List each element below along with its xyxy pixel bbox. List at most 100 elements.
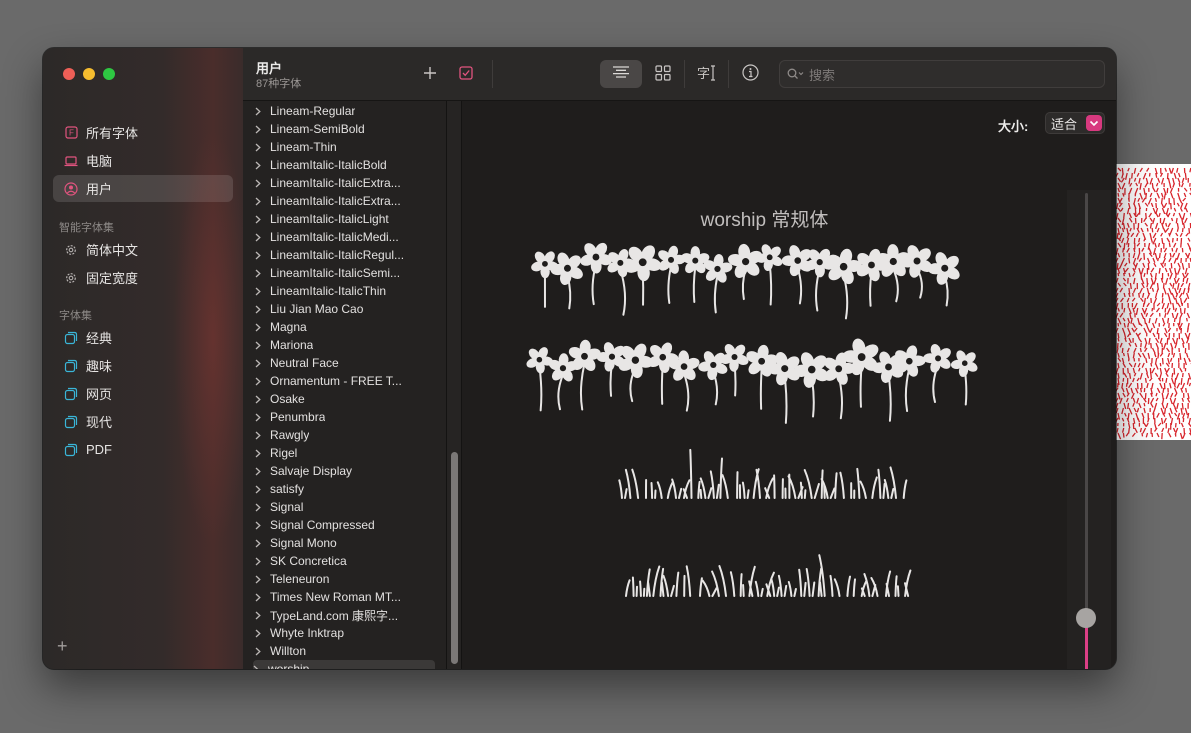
chevron-right-icon[interactable] [255, 539, 263, 548]
sidebar-item-web[interactable]: 网页 [53, 380, 233, 407]
font-list-item[interactable]: Lineam-Thin [255, 138, 433, 156]
size-select[interactable]: 适合 [1045, 112, 1105, 134]
chevron-right-icon[interactable] [255, 593, 263, 602]
sidebar-item-computer[interactable]: 电脑 [53, 147, 233, 174]
font-list-item[interactable]: LineamItalic-ItalicMedi... [255, 228, 433, 246]
font-list-item[interactable]: Signal [255, 498, 433, 516]
search-field[interactable]: 搜索 [779, 60, 1105, 88]
chevron-right-icon[interactable] [255, 287, 263, 296]
close-button[interactable] [63, 68, 75, 80]
font-list-item[interactable]: Lineam-Regular [255, 102, 433, 120]
font-list-item[interactable]: Signal Compressed [255, 516, 433, 534]
font-list-item[interactable]: LineamItalic-ItalicBold [255, 156, 433, 174]
svg-text:字: 字 [697, 67, 710, 82]
chevron-right-icon[interactable] [253, 665, 261, 669]
chevron-right-icon[interactable] [255, 125, 263, 134]
size-slider-column [1067, 190, 1111, 669]
info-button[interactable] [737, 62, 763, 88]
sidebar-item-all-fonts[interactable]: F 所有字体 [53, 119, 233, 146]
chevron-right-icon[interactable] [255, 431, 263, 440]
sidebar-item-classic[interactable]: 经典 [53, 324, 233, 351]
font-list-item[interactable]: Liu Jian Mao Cao [255, 300, 433, 318]
font-name: Lineam-Thin [270, 140, 337, 154]
chevron-right-icon[interactable] [255, 305, 263, 314]
sidebar-item-label: 用户 [86, 182, 113, 197]
sidebar-item-fun[interactable]: 趣味 [53, 352, 233, 379]
sidebar-item-user[interactable]: 用户 [53, 175, 233, 202]
font-list-item[interactable]: LineamItalic-ItalicExtra... [255, 174, 433, 192]
chevron-right-icon[interactable] [255, 251, 263, 260]
font-list-item[interactable]: Osake [255, 390, 433, 408]
font-list-item[interactable]: SK Concretica [255, 552, 433, 570]
font-list-item[interactable]: LineamItalic-ItalicExtra... [255, 192, 433, 210]
chevron-right-icon[interactable] [255, 485, 263, 494]
font-list-item[interactable]: Penumbra [255, 408, 433, 426]
font-list-item[interactable]: Times New Roman MT... [255, 588, 433, 606]
chevron-right-icon[interactable] [255, 161, 263, 170]
add-font-button[interactable] [419, 62, 441, 88]
chevron-right-icon[interactable] [255, 503, 263, 512]
search-placeholder: 搜索 [809, 67, 836, 83]
font-list-item[interactable]: LineamItalic-ItalicRegul... [255, 246, 433, 264]
font-list-item[interactable]: Whyte Inktrap [255, 624, 433, 642]
sidebar-item-simplified-chinese[interactable]: 简体中文 [53, 236, 233, 263]
chevron-right-icon[interactable] [255, 611, 263, 620]
chevron-right-icon[interactable] [255, 359, 263, 368]
chevron-right-icon[interactable] [255, 215, 263, 224]
font-list-item[interactable]: Signal Mono [255, 534, 433, 552]
collections-heading: 字体集 [59, 310, 92, 322]
font-list-item[interactable]: Rigel [255, 444, 433, 462]
chevron-right-icon[interactable] [255, 557, 263, 566]
font-list-item[interactable]: worship [253, 660, 435, 669]
chevron-right-icon[interactable] [255, 449, 263, 458]
sidebar-item-fixed-width[interactable]: 固定宽度 [53, 264, 233, 291]
chevron-right-icon[interactable] [255, 377, 263, 386]
chevron-right-icon[interactable] [255, 179, 263, 188]
grid-view-button[interactable] [650, 62, 676, 88]
chevron-right-icon[interactable] [255, 323, 263, 332]
font-list-item[interactable]: Rawgly [255, 426, 433, 444]
chevron-right-icon[interactable] [255, 233, 263, 242]
custom-text-button[interactable]: 字 [693, 62, 721, 88]
font-list-item[interactable]: satisfy [255, 480, 433, 498]
sample-view-button[interactable] [600, 60, 642, 88]
font-list-item[interactable]: LineamItalic-ItalicSemi... [255, 264, 433, 282]
font-list-item[interactable]: Teleneuron [255, 570, 433, 588]
size-slider-knob[interactable] [1076, 608, 1096, 629]
chevron-right-icon[interactable] [255, 629, 263, 638]
zoom-button[interactable] [103, 68, 115, 80]
font-list-item[interactable]: TypeLand.com 康熙字... [255, 606, 433, 624]
sidebar-item-pdf[interactable]: PDF [53, 436, 233, 463]
chevron-right-icon[interactable] [255, 467, 263, 476]
size-slider-track[interactable] [1085, 193, 1088, 669]
add-collection-button[interactable]: + [57, 636, 68, 657]
minimize-button[interactable] [83, 68, 95, 80]
chevron-right-icon[interactable] [255, 143, 263, 152]
font-list-item[interactable]: Ornamentum - FREE T... [255, 372, 433, 390]
svg-text:F: F [69, 129, 74, 138]
font-list-scroll-thumb[interactable] [451, 452, 458, 664]
font-list-item[interactable]: Neutral Face [255, 354, 433, 372]
chevron-right-icon[interactable] [255, 395, 263, 404]
chevron-right-icon[interactable] [255, 197, 263, 206]
sidebar-item-label: 经典 [86, 331, 113, 346]
chevron-right-icon[interactable] [255, 413, 263, 422]
font-count: 87种字体 [256, 78, 302, 90]
sidebar-item-modern[interactable]: 现代 [53, 408, 233, 435]
font-list-item[interactable]: Willton [255, 642, 433, 660]
font-list-item[interactable]: Mariona [255, 336, 433, 354]
font-name: TypeLand.com 康熙字... [270, 608, 399, 623]
chevron-right-icon[interactable] [255, 647, 263, 656]
font-list-item[interactable]: LineamItalic-ItalicLight [255, 210, 433, 228]
validate-font-button[interactable] [455, 62, 477, 88]
chevron-right-icon[interactable] [255, 107, 263, 116]
font-list-item[interactable]: Magna [255, 318, 433, 336]
chevron-right-icon[interactable] [255, 521, 263, 530]
chevron-right-icon[interactable] [255, 341, 263, 350]
chevron-right-icon[interactable] [255, 269, 263, 278]
chevron-down-icon [1086, 115, 1102, 131]
chevron-right-icon[interactable] [255, 575, 263, 584]
font-list-item[interactable]: Salvaje Display [255, 462, 433, 480]
font-list-item[interactable]: LineamItalic-ItalicThin [255, 282, 433, 300]
font-list-item[interactable]: Lineam-SemiBold [255, 120, 433, 138]
